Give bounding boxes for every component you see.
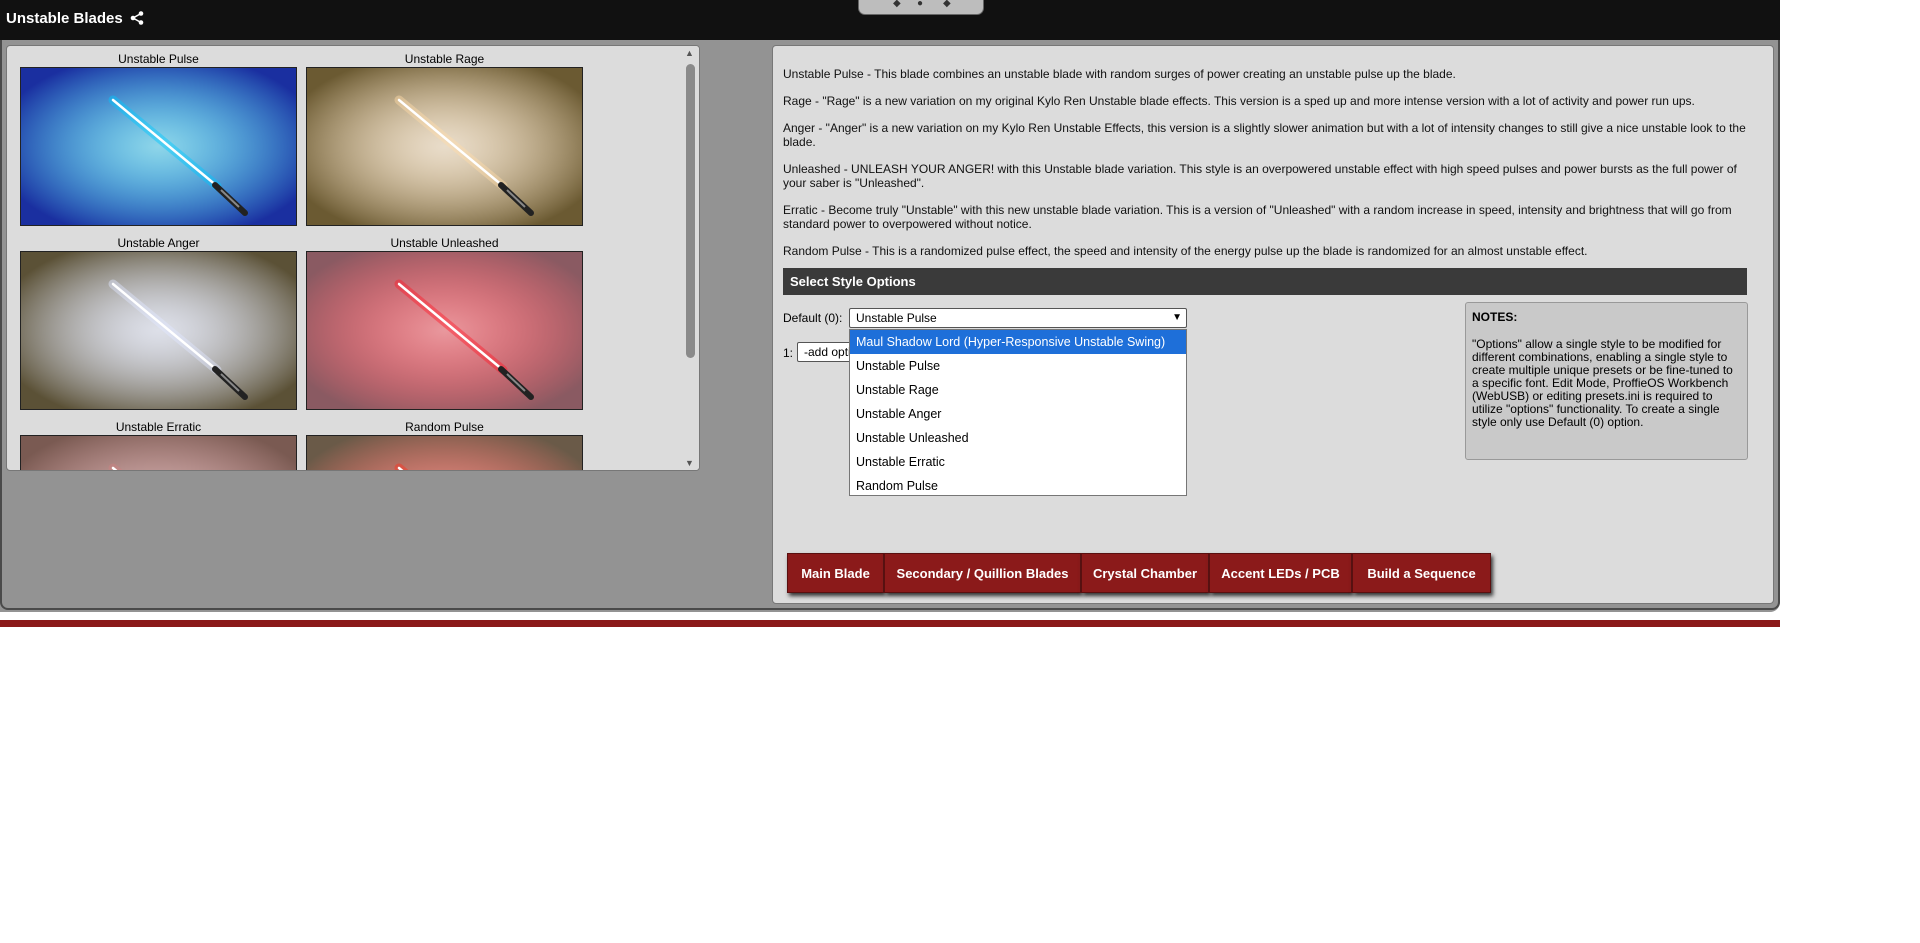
style-preview-tile[interactable]: Random Pulse: [306, 420, 583, 470]
style-preview-label: Unstable Pulse: [118, 52, 199, 66]
settings-icon: ●: [917, 0, 924, 9]
option-1-select[interactable]: -add option-: [797, 342, 851, 362]
description-erratic: Erratic - Become truly "Unstable" with t…: [783, 203, 1732, 231]
description-pulse: Unstable Pulse - This blade combines an …: [783, 67, 1456, 81]
share-icon[interactable]: [130, 11, 144, 25]
option-1-value: -add option-: [804, 345, 850, 359]
description-rage: Rage - "Rage" is a new variation on my o…: [783, 94, 1695, 108]
description-anger: Anger - "Anger" is a new variation on my…: [783, 121, 1746, 149]
dropdown-option[interactable]: Maul Shadow Lord (Hyper-Responsive Unsta…: [850, 330, 1186, 354]
description-unleashed: Unleashed - UNLEASH YOUR ANGER! with thi…: [783, 162, 1737, 190]
gallery-scrollbar[interactable]: ▲ ▼: [682, 46, 699, 470]
notes-box: NOTES: "Options" allow a single style to…: [1465, 302, 1748, 460]
footer-accent-stripe: [0, 620, 1780, 627]
scroll-up-icon[interactable]: ▲: [685, 48, 694, 58]
dropdown-option[interactable]: Unstable Anger: [850, 402, 1186, 426]
tab-accent-leds-pcb[interactable]: Accent LEDs / PCB: [1209, 553, 1352, 593]
window-grip-handle[interactable]: ◆ ● ◆: [858, 0, 984, 15]
style-dropdown-list[interactable]: Maul Shadow Lord (Hyper-Responsive Unsta…: [849, 329, 1187, 496]
option-1-label: 1:: [783, 346, 794, 360]
style-preview-label: Unstable Erratic: [115, 420, 202, 434]
style-preview-label: Unstable Unleashed: [390, 236, 499, 250]
tab-crystal-chamber[interactable]: Crystal Chamber: [1081, 553, 1209, 593]
style-preview-tile[interactable]: Unstable Pulse: [20, 52, 297, 226]
style-preview-gallery: Unstable Pulse Unstable Rage Unstable Ange…: [6, 45, 700, 471]
notes-body: "Options" allow a single style to be mod…: [1472, 337, 1733, 429]
default-style-select[interactable]: Unstable Pulse ▼: [849, 308, 1187, 328]
style-preview-label: Random Pulse: [405, 420, 484, 434]
saber-preview-image: [20, 435, 297, 470]
style-preview-label: Unstable Anger: [117, 236, 200, 250]
saber-preview-image: [20, 251, 297, 410]
chevron-down-icon: ◆: [893, 0, 901, 9]
chevron-down-icon: ▼: [1172, 312, 1182, 323]
tab-build-a-sequence[interactable]: Build a Sequence: [1352, 553, 1491, 593]
dropdown-option[interactable]: Unstable Unleashed: [850, 426, 1186, 450]
title-bar: Unstable Blades ◆ ● ◆: [0, 0, 1780, 40]
style-options-header: Select Style Options: [783, 268, 1747, 295]
dropdown-option[interactable]: Unstable Rage: [850, 378, 1186, 402]
app-window: Unstable Blades ◆ ● ◆ Unstable Pulse Unst…: [0, 0, 1780, 612]
style-preview-label: Unstable Rage: [404, 52, 485, 66]
saber-preview-image: [306, 67, 583, 226]
dropdown-option[interactable]: Unstable Erratic: [850, 450, 1186, 474]
style-details-panel: Unstable Pulse - This blade combines an …: [772, 45, 1774, 604]
scrollbar-thumb[interactable]: [686, 64, 695, 358]
style-preview-tile[interactable]: Unstable Erratic: [20, 420, 297, 470]
dropdown-option[interactable]: Random Pulse: [850, 474, 1186, 498]
default-style-value: Unstable Pulse: [856, 311, 937, 325]
saber-preview-image: [306, 251, 583, 410]
chevron-down-icon: ◆: [943, 0, 951, 9]
saber-preview-image: [20, 67, 297, 226]
notes-heading: NOTES:: [1472, 310, 1518, 324]
style-preview-tile[interactable]: Unstable Unleashed: [306, 236, 583, 410]
style-preview-tile[interactable]: Unstable Anger: [20, 236, 297, 410]
style-preview-tile[interactable]: Unstable Rage: [306, 52, 583, 226]
scroll-down-icon[interactable]: ▼: [685, 458, 694, 468]
saber-preview-image: [306, 435, 583, 470]
default-option-label: Default (0):: [783, 311, 843, 325]
window-title-text: Unstable Blades: [6, 10, 123, 27]
tab-main-blade[interactable]: Main Blade: [787, 553, 884, 593]
tab-secondary-quillion-blades[interactable]: Secondary / Quillion Blades: [884, 553, 1081, 593]
window-title: Unstable Blades: [6, 10, 144, 27]
description-random-pulse: Random Pulse - This is a randomized puls…: [783, 244, 1588, 258]
dropdown-option[interactable]: Unstable Pulse: [850, 354, 1186, 378]
